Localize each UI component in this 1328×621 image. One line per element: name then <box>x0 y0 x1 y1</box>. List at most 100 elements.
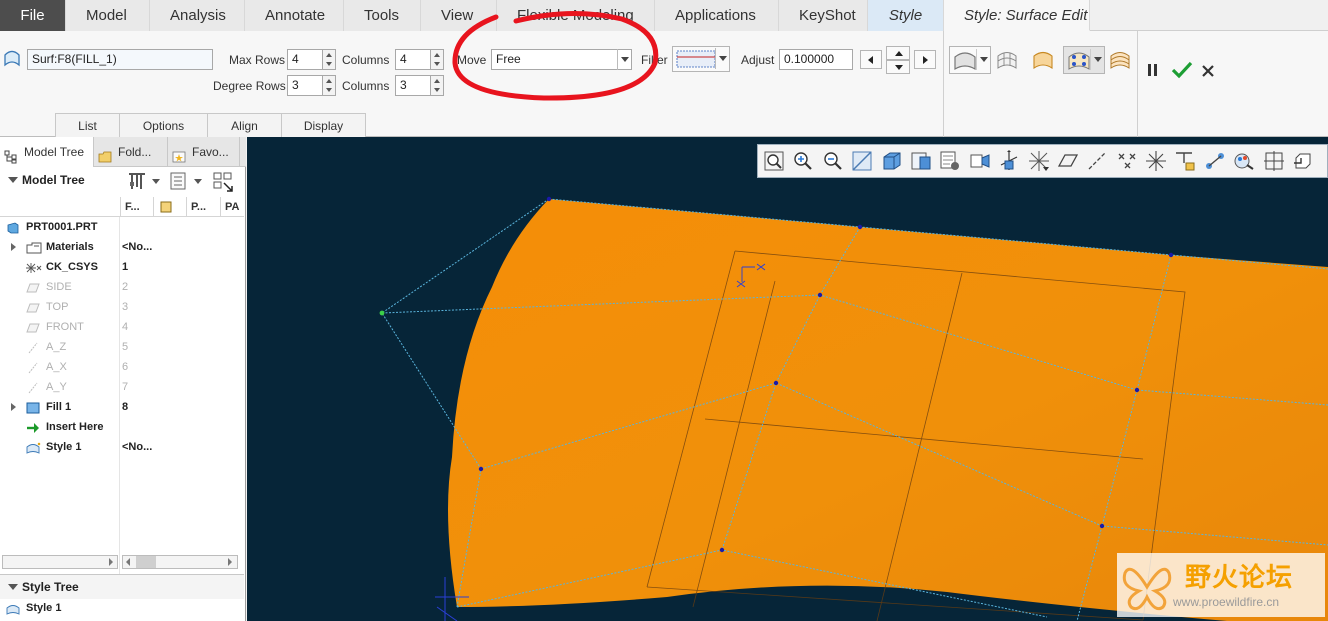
column-header-p[interactable]: P... <box>186 197 218 217</box>
tree-settings-icon[interactable] <box>126 170 148 192</box>
tree-item-a-y[interactable]: A_Y 7 <box>0 377 240 397</box>
surface-shape-icon <box>954 52 976 71</box>
degree-columns-input[interactable]: 3 <box>395 75 431 96</box>
tab-analysis[interactable]: Analysis <box>150 0 245 31</box>
tree-item-style-1[interactable]: Style 1 <No... <box>0 437 240 457</box>
chevron-down-icon[interactable] <box>194 179 202 184</box>
tab-style[interactable]: Style <box>868 0 944 31</box>
tree-item-materials[interactable]: Materials <No... <box>0 237 240 257</box>
expand-arrow-icon[interactable] <box>11 243 16 251</box>
model-tree-header[interactable]: Model Tree <box>0 168 244 193</box>
appearance-gallery-icon[interactable] <box>1232 149 1256 173</box>
tree-item-ck-csys[interactable]: CK_CSYS 1 <box>0 257 240 277</box>
tab-model[interactable]: Model <box>66 0 150 31</box>
tab-model-tree[interactable]: Model Tree <box>0 137 94 167</box>
shaded-surface-icon[interactable] <box>1031 48 1055 72</box>
plane-display-icon[interactable] <box>1056 149 1080 173</box>
chevron-down-icon[interactable] <box>152 179 160 184</box>
tree-item-a-z[interactable]: A_Z 5 <box>0 337 240 357</box>
tab-applications[interactable]: Applications <box>655 0 779 31</box>
nudge-down-button[interactable] <box>886 60 910 74</box>
column-header-feature-type[interactable] <box>153 197 183 217</box>
surface-model[interactable] <box>247 137 1328 621</box>
tab-list[interactable]: List <box>55 113 120 137</box>
tree-item-label: Style 1 <box>46 441 82 453</box>
csys-display-icon[interactable] <box>1144 149 1168 173</box>
accept-checkmark-button[interactable] <box>1171 61 1193 79</box>
column-header-pa[interactable]: PA <box>220 197 244 217</box>
column-header-feature-number[interactable]: F... <box>120 197 153 217</box>
refit-icon[interactable] <box>762 149 786 173</box>
graphics-viewport[interactable] <box>247 137 1328 621</box>
tree-item-label: Materials <box>46 241 94 253</box>
adjust-input[interactable]: 0.100000 <box>779 49 853 70</box>
scroll-thumb[interactable] <box>136 556 156 568</box>
view-refresh-icon[interactable] <box>1291 149 1315 173</box>
tab-favorites[interactable]: Favo... <box>168 137 240 167</box>
datum-plane-icon <box>26 301 40 313</box>
repaint-icon[interactable] <box>850 149 874 173</box>
spin-display-icon[interactable] <box>1203 149 1227 173</box>
perspective-view-icon[interactable] <box>968 149 992 173</box>
degree-rows-spinner[interactable] <box>322 75 336 96</box>
max-columns-input[interactable]: 4 <box>395 49 431 70</box>
max-rows-spinner[interactable] <box>322 49 336 70</box>
nudge-left-button[interactable] <box>860 50 882 69</box>
selected-control-point[interactable] <box>379 310 385 316</box>
max-rows-label: Max Rows <box>229 53 286 67</box>
tab-favorites-label: Favo... <box>192 145 229 159</box>
tab-folder-browser[interactable]: Fold... <box>94 137 168 167</box>
display-style-icon[interactable] <box>880 149 904 173</box>
tab-file[interactable]: File <box>0 0 66 31</box>
style-tree-item[interactable]: Style 1 <box>0 598 240 618</box>
surface-display-dropdown[interactable] <box>949 46 991 74</box>
nudge-right-button[interactable] <box>914 50 936 69</box>
tree-horizontal-scrollbar[interactable] <box>2 555 238 569</box>
style-tree-header[interactable]: Style Tree <box>0 574 244 599</box>
tab-style-surface-edit[interactable]: Style: Surface Edit <box>944 0 1090 31</box>
curvature-display-icon[interactable] <box>1108 48 1132 72</box>
section-view-icon[interactable] <box>1262 149 1286 173</box>
degree-rows-input[interactable]: 3 <box>287 75 323 96</box>
tab-annotate[interactable]: Annotate <box>245 0 344 31</box>
tree-root[interactable]: PRT0001.PRT <box>0 217 240 237</box>
spin-center-icon[interactable] <box>997 149 1021 173</box>
tab-tools[interactable]: Tools <box>344 0 421 31</box>
saved-orientations-icon[interactable] <box>909 149 933 173</box>
show-filter-icon[interactable] <box>168 171 188 191</box>
zoom-out-icon[interactable] <box>821 149 845 173</box>
tab-align[interactable]: Align <box>207 113 282 137</box>
surface-collector-field[interactable]: Surf:F8(FILL_1) <box>27 49 213 70</box>
zoom-in-icon[interactable] <box>791 149 815 173</box>
degree-columns-spinner[interactable] <box>430 75 444 96</box>
tree-item-a-x[interactable]: A_X 6 <box>0 357 240 377</box>
datum-display-filters-icon[interactable] <box>1027 149 1051 173</box>
expand-arrow-icon[interactable] <box>11 403 16 411</box>
nudge-up-button[interactable] <box>886 46 910 60</box>
tab-keyshot[interactable]: KeyShot <box>779 0 868 31</box>
cancel-close-button[interactable] <box>1201 64 1215 78</box>
tab-display[interactable]: Display <box>281 113 366 137</box>
annotation-display-icon[interactable] <box>1173 149 1197 173</box>
tree-item-fill-1[interactable]: Fill 1 8 <box>0 397 240 417</box>
tree-icon <box>4 145 18 164</box>
tree-item-front[interactable]: FRONT 4 <box>0 317 240 337</box>
pause-button[interactable] <box>1146 62 1160 78</box>
navigator-panel: Model Tree Fold... Favo... Model Tree F.… <box>0 137 246 621</box>
point-display-icon[interactable] <box>1115 149 1139 173</box>
tree-columns-icon[interactable] <box>212 171 234 193</box>
filter-dropdown[interactable] <box>672 46 730 72</box>
part-icon <box>6 221 20 234</box>
style-icon <box>26 441 41 454</box>
tree-item-side[interactable]: SIDE 2 <box>0 277 240 297</box>
tree-item-insert-here[interactable]: Insert Here <box>0 417 240 437</box>
max-columns-spinner[interactable] <box>430 49 444 70</box>
axis-display-icon[interactable] <box>1085 149 1109 173</box>
mesh-surface-icon[interactable] <box>995 48 1019 72</box>
tree-item-top[interactable]: TOP 3 <box>0 297 240 317</box>
view-manager-icon[interactable] <box>938 149 962 173</box>
max-rows-input[interactable]: 4 <box>287 49 323 70</box>
control-points-display-dropdown[interactable] <box>1063 46 1105 74</box>
tab-options[interactable]: Options <box>119 113 208 137</box>
tree-item-label: FRONT <box>46 321 84 333</box>
